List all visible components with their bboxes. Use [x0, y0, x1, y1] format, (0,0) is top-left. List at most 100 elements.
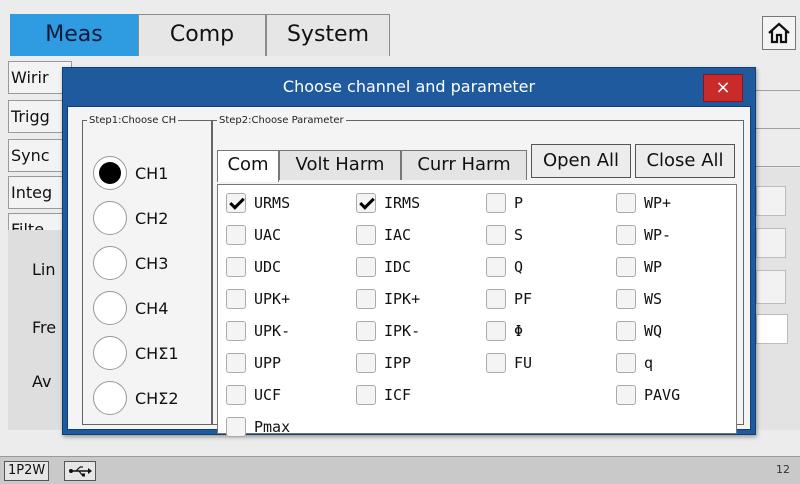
channel-option[interactable]: CH3: [93, 246, 168, 280]
parameter-option[interactable]: IAC: [356, 225, 411, 245]
close-all-button[interactable]: Close All: [635, 144, 735, 178]
parameter-checkbox[interactable]: [226, 385, 246, 405]
parameter-checkbox[interactable]: [226, 321, 246, 341]
tab-system[interactable]: System: [266, 14, 390, 56]
parameter-checkbox[interactable]: [616, 193, 636, 213]
parameter-label: PAVG: [644, 386, 681, 404]
parameter-label: Φ: [514, 322, 524, 340]
parameter-label: UPK-: [254, 322, 291, 340]
status-number: 12: [776, 463, 790, 476]
parameter-checkbox[interactable]: [226, 353, 246, 373]
channel-option[interactable]: CH4: [93, 291, 168, 325]
parameter-label: IPK-: [384, 322, 421, 340]
parameter-option[interactable]: UAC: [226, 225, 281, 245]
parameter-option[interactable]: WS: [616, 289, 662, 309]
parameter-checkbox[interactable]: [226, 193, 246, 213]
parameter-label: IPP: [384, 354, 412, 372]
usb-indicator: [64, 461, 96, 481]
channel-label: CH4: [135, 298, 169, 318]
parameter-checkbox[interactable]: [616, 257, 636, 277]
parameter-label: WP-: [644, 226, 672, 244]
parameter-option[interactable]: UPP: [226, 353, 281, 373]
open-all-button[interactable]: Open All: [531, 144, 631, 178]
parameter-checkbox[interactable]: [616, 385, 636, 405]
parameter-checkbox[interactable]: [486, 193, 506, 213]
parameter-checkbox[interactable]: [356, 289, 376, 309]
parameter-option[interactable]: WQ: [616, 321, 662, 341]
step2-title: Step2:Choose Parameter: [219, 115, 344, 126]
parameter-option[interactable]: ICF: [356, 385, 411, 405]
parameter-option[interactable]: P: [486, 193, 523, 213]
parameter-option[interactable]: q: [616, 353, 653, 373]
parameter-checkbox[interactable]: [356, 353, 376, 373]
channel-radio[interactable]: [93, 291, 127, 325]
tab-com[interactable]: Com: [217, 150, 279, 182]
parameter-checkbox[interactable]: [356, 193, 376, 213]
channel-radio[interactable]: [93, 336, 127, 370]
channel-radio[interactable]: [93, 201, 127, 235]
parameter-option[interactable]: PAVG: [616, 385, 680, 405]
parameter-option[interactable]: Q: [486, 257, 523, 277]
parameter-checkbox[interactable]: [226, 417, 246, 437]
parameter-option[interactable]: UPK+: [226, 289, 290, 309]
close-button[interactable]: ×: [703, 74, 743, 102]
parameter-label: UPK+: [254, 290, 291, 308]
parameter-checkbox[interactable]: [356, 321, 376, 341]
parameter-option[interactable]: IPK+: [356, 289, 420, 309]
parameter-checkbox[interactable]: [226, 289, 246, 309]
parameter-option[interactable]: Φ: [486, 321, 523, 341]
parameter-option[interactable]: IPK-: [356, 321, 420, 341]
parameter-checkbox[interactable]: [356, 385, 376, 405]
parameter-option[interactable]: Pmax: [226, 417, 290, 437]
parameter-option[interactable]: IRMS: [356, 193, 420, 213]
dialog-title: Choose channel and parameter: [282, 77, 536, 96]
parameter-checkbox[interactable]: [616, 225, 636, 245]
tab-meas[interactable]: Meas: [10, 14, 138, 56]
parameter-checkbox[interactable]: [226, 257, 246, 277]
parameter-checkbox[interactable]: [616, 321, 636, 341]
home-icon: [768, 22, 790, 44]
channel-option[interactable]: CH1: [93, 156, 168, 190]
channel-radio[interactable]: [93, 246, 127, 280]
parameter-checkbox[interactable]: [486, 225, 506, 245]
parameter-option[interactable]: FU: [486, 353, 532, 373]
parameter-checkbox[interactable]: [486, 289, 506, 309]
parameter-label: UCF: [254, 386, 282, 404]
parameter-label: P: [514, 194, 524, 212]
parameter-option[interactable]: IDC: [356, 257, 411, 277]
channel-option[interactable]: CHΣ2: [93, 381, 179, 415]
parameter-checkbox[interactable]: [616, 353, 636, 373]
tab-comp[interactable]: Comp: [138, 14, 266, 56]
tab-curr-harm[interactable]: Curr Harm: [401, 150, 527, 180]
parameter-option[interactable]: S: [486, 225, 523, 245]
parameter-label: WP: [644, 258, 663, 276]
parameter-checkbox[interactable]: [616, 289, 636, 309]
parameter-checkbox[interactable]: [356, 225, 376, 245]
tab-volt-harm[interactable]: Volt Harm: [279, 150, 401, 180]
step2-group: Step2:Choose Parameter Com Volt Harm Cur…: [212, 115, 744, 437]
channel-radio[interactable]: [93, 156, 127, 190]
parameter-checkbox[interactable]: [486, 257, 506, 277]
parameter-label: WS: [644, 290, 663, 308]
parameter-option[interactable]: UCF: [226, 385, 281, 405]
parameter-option[interactable]: WP: [616, 257, 662, 277]
parameter-checkbox[interactable]: [356, 257, 376, 277]
parameter-option[interactable]: PF: [486, 289, 532, 309]
channel-radio[interactable]: [93, 381, 127, 415]
background-button: [756, 228, 786, 258]
parameter-label: IAC: [384, 226, 412, 244]
channel-option[interactable]: CHΣ1: [93, 336, 179, 370]
parameter-checkbox[interactable]: [226, 225, 246, 245]
parameter-option[interactable]: UPK-: [226, 321, 290, 341]
parameter-option[interactable]: UDC: [226, 257, 281, 277]
parameter-option[interactable]: IPP: [356, 353, 411, 373]
home-button[interactable]: [762, 16, 796, 50]
parameter-checkbox[interactable]: [486, 321, 506, 341]
parameter-option[interactable]: WP-: [616, 225, 671, 245]
parameter-option[interactable]: URMS: [226, 193, 290, 213]
parameter-checkbox[interactable]: [486, 353, 506, 373]
parameter-label: Q: [514, 258, 524, 276]
parameter-option[interactable]: WP+: [616, 193, 671, 213]
background-button: [756, 270, 786, 304]
channel-option[interactable]: CH2: [93, 201, 168, 235]
